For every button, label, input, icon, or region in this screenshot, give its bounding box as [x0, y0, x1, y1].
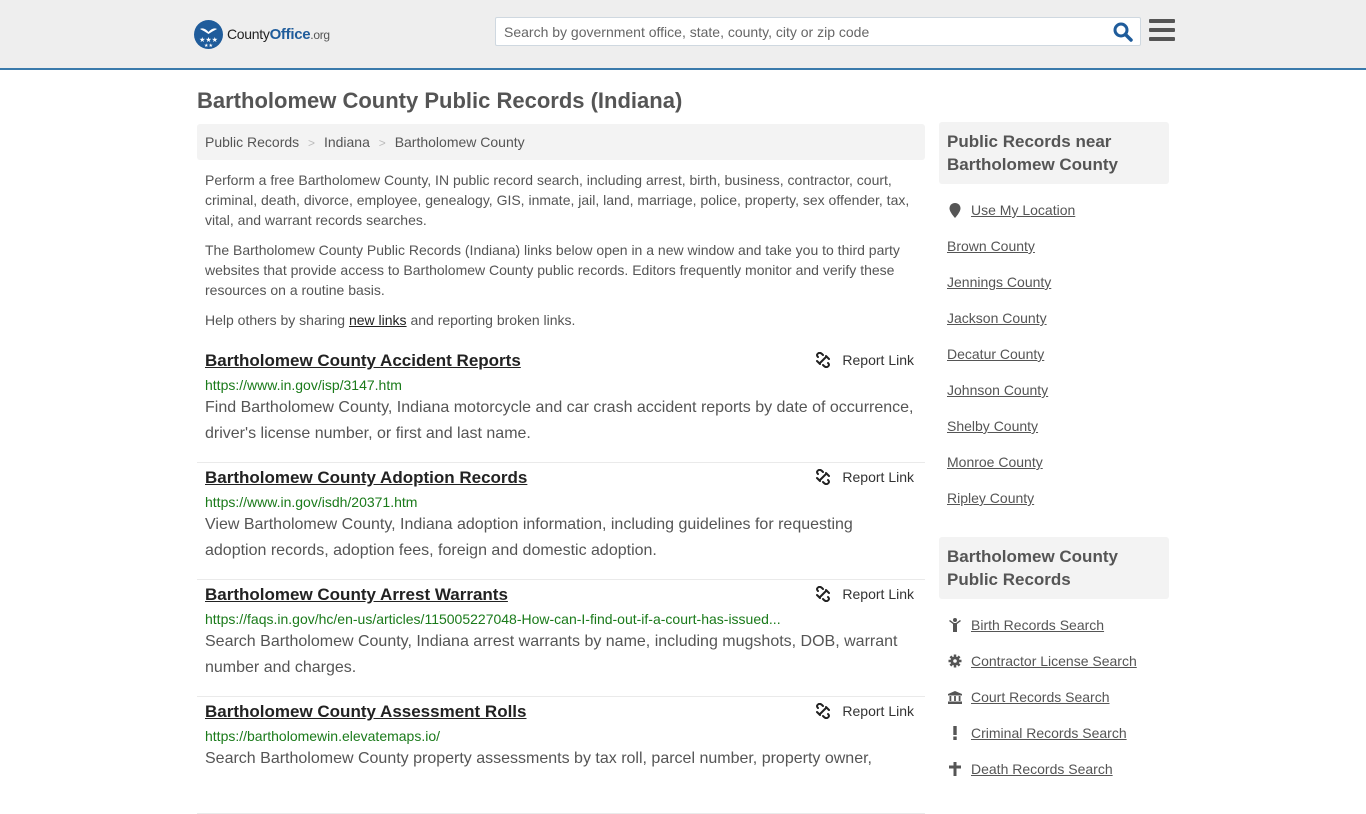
record-description: Search Bartholomew County property asses…	[205, 750, 872, 767]
record-description: Search Bartholomew County, Indiana arres…	[205, 633, 898, 676]
nearby-county-item: Monroe County	[947, 444, 1161, 480]
death-records-link[interactable]: Death Records Search	[971, 761, 1113, 777]
county-record-item: Contractor License Search	[947, 643, 1161, 679]
breadcrumb-separator: >	[378, 136, 386, 150]
exclamation-icon	[947, 726, 963, 740]
record-title-link[interactable]: Bartholomew County Arrest Warrants	[205, 585, 508, 605]
birth-records-link[interactable]: Birth Records Search	[971, 617, 1104, 633]
nearby-county-item: Jennings County	[947, 264, 1161, 300]
nearby-county-link[interactable]: Johnson County	[947, 382, 1048, 398]
nearby-records-heading: Public Records near Bartholomew County	[939, 122, 1169, 184]
nearby-county-link[interactable]: Ripley County	[947, 490, 1034, 506]
site-header: ★★★ ★★ CountyOffice.org	[0, 0, 1366, 70]
search-box	[495, 17, 1141, 46]
county-records-heading: Bartholomew County Public Records	[939, 537, 1169, 599]
nearby-county-link[interactable]: Decatur County	[947, 346, 1044, 362]
gear-icon	[947, 654, 963, 668]
nearby-county-item: Jackson County	[947, 300, 1161, 336]
record-item: Bartholomew County Arrest Warrants Repor…	[197, 580, 925, 697]
county-records-list: Birth Records Search Contractor License …	[939, 607, 1169, 787]
intro: Perform a free Bartholomew County, IN pu…	[205, 170, 920, 340]
broken-link-icon	[816, 352, 831, 368]
menu-bar	[1149, 28, 1175, 32]
county-record-item: Criminal Records Search	[947, 715, 1161, 751]
court-records-link[interactable]: Court Records Search	[971, 689, 1110, 705]
nearby-counties-list: Use My Location Brown County Jennings Co…	[939, 192, 1169, 516]
county-record-item: Court Records Search	[947, 679, 1161, 715]
record-url: https://www.in.gov/isp/3147.htm	[205, 377, 402, 393]
record-item: Bartholomew County Assessment Rolls Repo…	[197, 697, 925, 814]
use-my-location-link[interactable]: Use My Location	[971, 202, 1075, 218]
record-title-link[interactable]: Bartholomew County Adoption Records	[205, 468, 527, 488]
record-url: https://bartholomewin.elevatemaps.io/	[205, 728, 441, 744]
breadcrumb-indiana[interactable]: Indiana	[324, 134, 370, 150]
new-links-link[interactable]: new links	[349, 312, 407, 328]
broken-link-icon	[816, 586, 831, 602]
intro-paragraph: The Bartholomew County Public Records (I…	[205, 242, 900, 298]
page-title: Bartholomew County Public Records (India…	[197, 88, 683, 113]
broken-link-icon	[816, 703, 831, 719]
hamburger-menu-button[interactable]	[1149, 19, 1175, 43]
nearby-county-item: Shelby County	[947, 408, 1161, 444]
record-title-link[interactable]: Bartholomew County Accident Reports	[205, 351, 521, 371]
share-links-note: Help others by sharing new links and rep…	[205, 312, 576, 328]
svg-text:★★: ★★	[204, 43, 213, 49]
nearby-county-link[interactable]: Shelby County	[947, 418, 1038, 434]
use-location-item: Use My Location	[947, 192, 1161, 228]
child-icon	[947, 618, 963, 632]
records-list: Bartholomew County Accident Reports Repo…	[197, 346, 925, 814]
county-record-item: Birth Records Search	[947, 607, 1161, 643]
search-input[interactable]	[496, 18, 1106, 45]
record-description: View Bartholomew County, Indiana adoptio…	[205, 516, 853, 559]
report-link-button[interactable]: Report Link	[815, 469, 914, 485]
eagle-logo-icon: ★★★ ★★	[194, 20, 223, 49]
breadcrumb-current: Bartholomew County	[394, 134, 525, 150]
nearby-records-panel: Public Records near Bartholomew County U…	[939, 122, 1169, 516]
nearby-county-item: Ripley County	[947, 480, 1161, 516]
report-link-button[interactable]: Report Link	[815, 352, 914, 368]
breadcrumb-separator: >	[308, 136, 316, 150]
record-description: Find Bartholomew County, Indiana motorcy…	[205, 399, 914, 442]
menu-bar	[1149, 37, 1175, 41]
record-item: Bartholomew County Adoption Records Repo…	[197, 463, 925, 580]
menu-bar	[1149, 19, 1175, 23]
contractor-license-link[interactable]: Contractor License Search	[971, 653, 1137, 669]
map-marker-icon	[947, 202, 963, 218]
nearby-county-link[interactable]: Monroe County	[947, 454, 1043, 470]
search-button[interactable]	[1112, 21, 1134, 43]
nearby-county-link[interactable]: Jennings County	[947, 274, 1051, 290]
nearby-county-item: Decatur County	[947, 336, 1161, 372]
report-link-button[interactable]: Report Link	[815, 703, 914, 719]
breadcrumb-public-records[interactable]: Public Records	[205, 134, 299, 150]
record-url: https://faqs.in.gov/hc/en-us/articles/11…	[205, 611, 781, 627]
record-item: Bartholomew County Accident Reports Repo…	[197, 346, 925, 463]
nearby-county-link[interactable]: Brown County	[947, 238, 1035, 254]
search-icon	[1113, 22, 1133, 42]
nearby-county-item: Brown County	[947, 228, 1161, 264]
criminal-records-link[interactable]: Criminal Records Search	[971, 725, 1127, 741]
record-title-link[interactable]: Bartholomew County Assessment Rolls	[205, 702, 527, 722]
breadcrumb: Public Records > Indiana > Bartholomew C…	[197, 124, 925, 160]
nearby-county-link[interactable]: Jackson County	[947, 310, 1047, 326]
record-url: https://www.in.gov/isdh/20371.htm	[205, 494, 418, 510]
county-records-panel: Bartholomew County Public Records Birth …	[939, 537, 1169, 787]
report-link-button[interactable]: Report Link	[815, 586, 914, 602]
cross-icon	[947, 762, 963, 776]
site-logo[interactable]: ★★★ ★★ CountyOffice.org	[194, 20, 330, 49]
county-record-item: Death Records Search	[947, 751, 1161, 787]
broken-link-icon	[816, 469, 831, 485]
logo-text: CountyOffice.org	[227, 26, 330, 43]
courthouse-icon	[947, 690, 963, 704]
intro-paragraph: Perform a free Bartholomew County, IN pu…	[205, 172, 910, 228]
nearby-county-item: Johnson County	[947, 372, 1161, 408]
